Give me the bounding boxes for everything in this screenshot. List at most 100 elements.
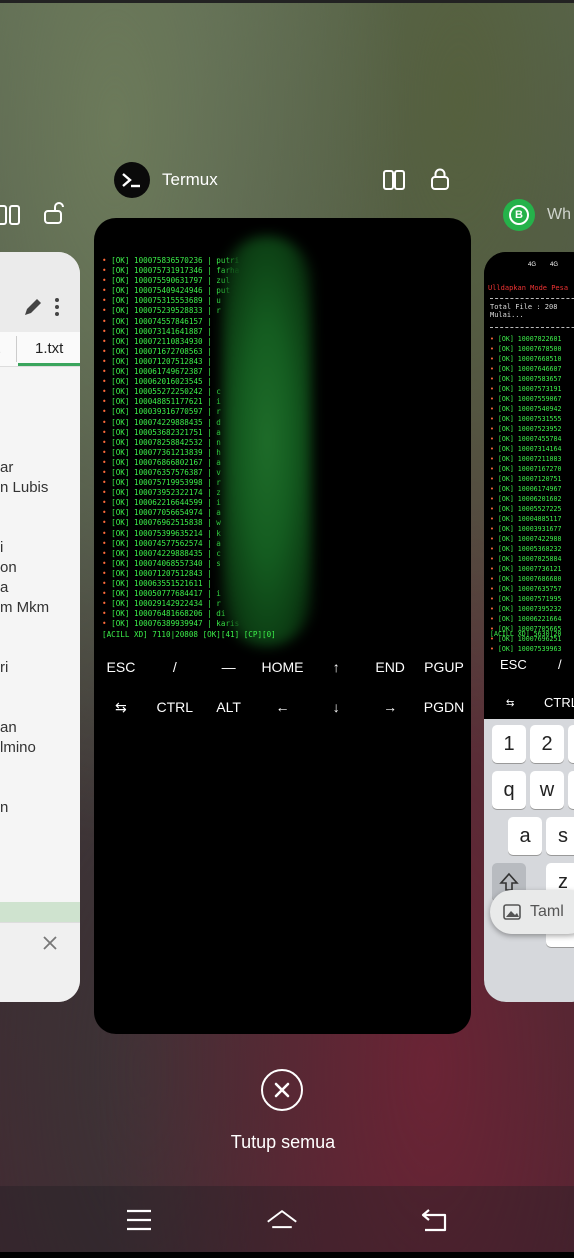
- terminal-line: • [OK] 100073141641887 |: [102, 327, 239, 337]
- extra-key[interactable]: CTRL: [148, 699, 201, 716]
- soft-keyboard: 1 2 3 q w e a s z ,: [484, 719, 574, 1002]
- terminal-line-text: [OK] 100062216644599 | i: [111, 498, 221, 508]
- terminal-line-text: [OK] 100073141641887 |: [111, 326, 212, 336]
- bullet-icon: •: [490, 335, 498, 343]
- split-screen-icon[interactable]: [0, 203, 24, 227]
- terminal-line: • [OK] 100071672708563 |: [102, 347, 239, 357]
- bullet-icon: •: [102, 538, 112, 548]
- bullet-icon: •: [102, 457, 112, 467]
- key-1[interactable]: 1: [492, 725, 526, 763]
- terminal-line: • [OK] 100061749672387 |: [102, 367, 239, 377]
- extra-key[interactable]: ESC: [94, 659, 147, 675]
- key-s[interactable]: s: [546, 817, 574, 855]
- right-app-title: Wh: [547, 206, 571, 223]
- key-a[interactable]: a: [508, 817, 542, 855]
- bullet-icon: •: [102, 326, 112, 336]
- right-terminal-line-text: [OK] 10006221664: [497, 615, 562, 623]
- key-ctrl[interactable]: CTRL: [544, 695, 574, 710]
- edit-pencil-icon[interactable]: [22, 296, 44, 318]
- terminal-line-text: [OK] 100078258842532 | n: [111, 437, 221, 447]
- termux-app-header[interactable]: Termux: [114, 162, 218, 198]
- extra-key[interactable]: ←: [256, 699, 309, 716]
- home-icon[interactable]: [266, 1204, 298, 1236]
- right-terminal-line-text: [OK] 10007211083: [497, 455, 562, 463]
- key-e[interactable]: e: [568, 771, 574, 809]
- bullet-icon: •: [490, 345, 498, 353]
- terminal-line-text: [OK] 100063551521611 |: [111, 579, 212, 588]
- bullet-icon: •: [490, 575, 498, 583]
- right-terminal-line: • [OK] 10006174967: [490, 484, 561, 494]
- extra-key[interactable]: ↓: [310, 699, 363, 716]
- right-terminal-line-text: [OK] 10007635757: [497, 585, 562, 593]
- right-terminal-line: • [OK] 10007571995: [490, 594, 561, 604]
- terminal-line-text: [OK] 100075239528833 | r: [111, 306, 221, 316]
- right-terminal-line: • [OK] 10007314164: [490, 444, 561, 454]
- terminal-line: • [OK] 100075719953998 | r: [102, 478, 239, 488]
- bullet-icon: •: [102, 367, 112, 377]
- more-vert-icon[interactable]: [52, 296, 62, 318]
- bullet-icon: •: [102, 579, 112, 588]
- terminal-line: • [OK] 100076866802167 | a: [102, 458, 239, 468]
- terminal-line: • [OK] 100062016023545 |: [102, 377, 239, 387]
- key-3[interactable]: 3: [568, 725, 574, 763]
- extra-key[interactable]: ALT: [202, 699, 255, 716]
- swap-icon[interactable]: ⇆: [506, 698, 514, 709]
- key-esc[interactable]: ESC: [500, 657, 527, 672]
- extra-key[interactable]: PGUP: [417, 659, 470, 675]
- extra-key[interactable]: END: [364, 659, 417, 675]
- menu-icon[interactable]: [123, 1204, 155, 1236]
- termux-card[interactable]: • [OK] 100075836570236 | putri • [OK] 100…: [94, 218, 471, 1034]
- bullet-icon: •: [102, 518, 112, 528]
- terminal-line-text: [OK] 100075719953998 | r: [111, 478, 221, 488]
- right-terminal-line: • [OK] 10007167270: [490, 464, 561, 474]
- bullet-icon: •: [102, 508, 112, 518]
- split-screen-icon[interactable]: [382, 168, 406, 192]
- document-line: m Mkm: [0, 599, 50, 616]
- right-app-header[interactable]: B Wh: [503, 199, 571, 231]
- bullet-icon: •: [102, 306, 112, 316]
- right-terminal-line-text: [OK] 10007583657: [497, 375, 562, 383]
- tab-1-txt[interactable]: 1.txt: [35, 340, 63, 357]
- file-tabs: t 1.txt: [0, 332, 80, 367]
- bullet-icon: •: [490, 435, 498, 443]
- terminal-line-text: [OK] 100074229888435 | c: [111, 548, 221, 558]
- extra-key[interactable]: PGDN: [417, 699, 470, 716]
- terminal-line-text: [OK] 100075399635214 | k: [111, 528, 221, 538]
- terminal-line: • [OK] 100072110834930 |: [102, 337, 239, 347]
- left-app-card[interactable]: t 1.txt ar n Lubis i on a m Mkm ri an lmino n: [0, 252, 80, 1002]
- extra-key[interactable]: →: [364, 699, 417, 716]
- extra-key[interactable]: ⇆: [94, 699, 147, 716]
- terminal-line-text: [OK] 100039316770597 | r: [111, 407, 221, 417]
- terminal-line: • [OK] 100075836570236 | putri: [102, 256, 239, 266]
- key-q[interactable]: q: [492, 771, 526, 809]
- lock-icon[interactable]: [428, 167, 452, 191]
- bullet-icon: •: [490, 535, 498, 543]
- extra-key[interactable]: HOME: [256, 659, 309, 675]
- key-w[interactable]: w: [530, 771, 564, 809]
- bullet-icon: •: [490, 375, 498, 383]
- bullet-icon: •: [102, 266, 112, 276]
- back-icon[interactable]: [418, 1204, 450, 1236]
- close-icon[interactable]: [42, 935, 58, 951]
- right-terminal-line-text: [OK] 10006174967: [497, 485, 562, 493]
- bullet-icon: •: [490, 365, 498, 373]
- right-terminal-line-text: [OK] 10007678500: [497, 345, 562, 353]
- extra-key[interactable]: —: [202, 659, 255, 675]
- terminal-line-text: [OK] 100074068557340 | s: [111, 558, 221, 568]
- extra-key[interactable]: ↑: [310, 659, 363, 675]
- extra-key[interactable]: /: [148, 659, 201, 675]
- unlock-icon[interactable]: [42, 201, 66, 225]
- add-media-tooltip[interactable]: Taml: [490, 890, 574, 934]
- right-terminal-line: • [OK] 10007678500: [490, 344, 561, 354]
- right-terminal-line-text: [OK] 10007540942: [497, 405, 562, 413]
- key-slash[interactable]: /: [558, 657, 562, 672]
- right-terminal-line-text: [OK] 10007736121: [497, 565, 562, 573]
- terminal-output: • [OK] 100075836570236 | putri • [OK] 100…: [102, 256, 239, 629]
- bullet-icon: •: [490, 415, 498, 423]
- close-all-button[interactable]: [261, 1069, 303, 1111]
- terminal-line-text: [OK] 100076962515838 | w: [111, 518, 221, 528]
- document-line: i: [0, 539, 4, 556]
- key-2[interactable]: 2: [530, 725, 564, 763]
